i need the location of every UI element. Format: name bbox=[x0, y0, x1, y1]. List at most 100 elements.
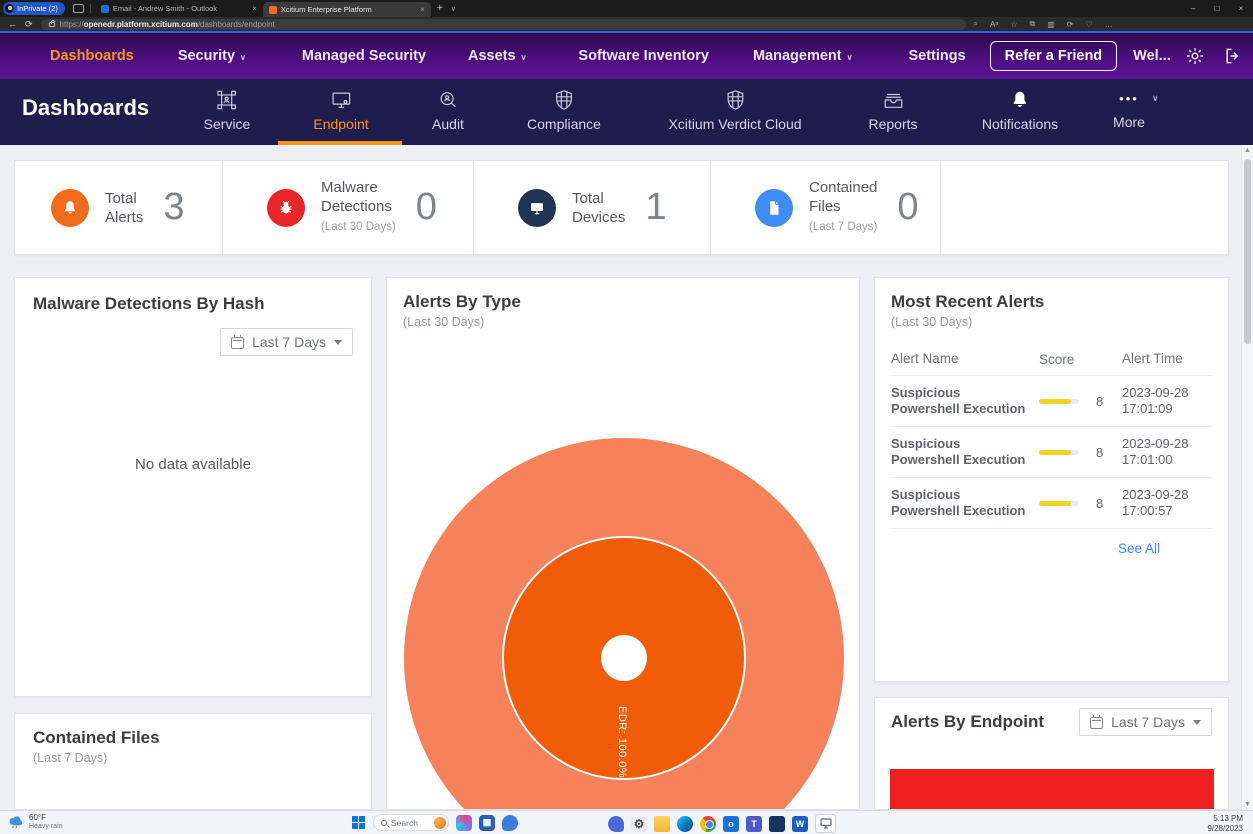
outlook-icon[interactable]: o bbox=[723, 815, 739, 832]
sync-icon[interactable]: ⟳ bbox=[1067, 20, 1074, 29]
widgets-icon[interactable]: ▦ bbox=[479, 814, 495, 831]
scroll-down-arrow[interactable]: ▼ bbox=[1242, 799, 1253, 810]
tab-separator bbox=[89, 4, 91, 13]
browser-menu-icon[interactable]: … bbox=[1105, 20, 1113, 29]
split-screen-icon[interactable]: ▥ bbox=[1047, 20, 1055, 29]
minimize-button[interactable]: – bbox=[1181, 4, 1205, 13]
tab-label: Service bbox=[203, 116, 251, 132]
edge-icon[interactable] bbox=[677, 815, 693, 832]
browser-essentials-icon[interactable]: ♡ bbox=[1086, 20, 1093, 29]
new-tab-button[interactable]: + bbox=[437, 3, 443, 14]
user-menu[interactable]: Wel... bbox=[1133, 48, 1171, 64]
tab-title: Xcitium Enterprise Platform bbox=[280, 5, 372, 14]
weather-widget[interactable]: 60°F Heavy rain bbox=[8, 813, 62, 831]
collections-icon[interactable]: ⧉ bbox=[1030, 19, 1036, 29]
tab-list-menu-icon[interactable]: ∨ bbox=[451, 5, 456, 13]
nav-dashboards[interactable]: Dashboards bbox=[50, 48, 134, 64]
tab-endpoint[interactable]: Endpoint bbox=[313, 88, 369, 132]
stat-total-devices: Total Devices 1 bbox=[474, 161, 711, 254]
read-aloud-icon[interactable]: Aᵃ bbox=[990, 20, 998, 29]
table-row[interactable]: Suspicious Powershell Execution 8 2023-0… bbox=[891, 427, 1212, 478]
refer-a-friend-button[interactable]: Refer a Friend bbox=[989, 41, 1118, 71]
nav-security[interactable]: Security ∨ bbox=[178, 48, 246, 64]
rain-cloud-icon bbox=[9, 816, 23, 829]
refresh-icon[interactable]: ⟳ bbox=[25, 19, 33, 29]
gear-icon[interactable] bbox=[1185, 46, 1205, 66]
scrollbar-thumb[interactable] bbox=[1244, 159, 1251, 344]
teams-chat-icon[interactable] bbox=[608, 815, 624, 832]
nav-management[interactable]: Management ∨ bbox=[753, 48, 853, 64]
chevron-down-icon bbox=[1193, 719, 1201, 725]
taskbar-search[interactable]: Search bbox=[373, 814, 449, 831]
address-bar-icons: ⌕ Aᵃ ☆ ⧉ ▥ ⟳ ♡ … bbox=[974, 19, 1113, 29]
table-row[interactable]: Suspicious Powershell Execution 8 2023-0… bbox=[891, 376, 1212, 427]
inprivate-badge[interactable]: InPrivate (2) bbox=[3, 2, 65, 15]
close-button[interactable]: × bbox=[1229, 4, 1253, 13]
nav-assets[interactable]: Assets ∨ bbox=[468, 48, 526, 64]
tab-actions-icon[interactable] bbox=[72, 4, 84, 13]
tab-close-icon[interactable]: × bbox=[420, 5, 425, 14]
tab-more[interactable]: ••• More bbox=[1113, 88, 1145, 130]
logout-icon[interactable] bbox=[1223, 46, 1243, 66]
alert-bell-icon bbox=[51, 188, 89, 227]
chevron-down-icon: ∨ bbox=[240, 52, 246, 62]
nav-software-inventory[interactable]: Software Inventory bbox=[578, 48, 709, 64]
search-icon bbox=[381, 819, 387, 826]
tab-label: More bbox=[1113, 114, 1145, 130]
active-window-icon[interactable] bbox=[815, 814, 836, 833]
tab-notifications[interactable]: Notifications bbox=[982, 88, 1058, 132]
most-recent-alerts-card: Most Recent Alerts (Last 30 Days) Alert … bbox=[874, 277, 1229, 682]
nav-settings[interactable]: Settings bbox=[908, 48, 965, 64]
card-title: Contained Files bbox=[33, 728, 160, 747]
stat-contained-files: Contained Files (Last 7 Days) 0 bbox=[711, 161, 941, 254]
tab-xcitium-verdict-cloud[interactable]: Xcitium Verdict Cloud bbox=[668, 88, 802, 132]
back-icon[interactable]: ← bbox=[8, 19, 17, 29]
taskbar-clock[interactable]: 5:13 PM 9/28/2023 bbox=[1207, 814, 1243, 833]
start-button[interactable] bbox=[352, 815, 366, 830]
alerts-table: Alert Name Score Alert Time Suspicious P… bbox=[891, 345, 1212, 529]
page-scrollbar[interactable]: ▲ ▼ bbox=[1241, 145, 1253, 810]
chat-icon[interactable] bbox=[502, 814, 518, 831]
scroll-up-arrow[interactable]: ▲ bbox=[1242, 145, 1253, 156]
tab-label: Xcitium Verdict Cloud bbox=[668, 116, 802, 132]
url-input[interactable]: https://openedr.platform.xcitium.com/das… bbox=[40, 18, 966, 30]
search-highlight-icon bbox=[434, 816, 446, 829]
favorite-star-icon[interactable]: ☆ bbox=[1010, 20, 1017, 29]
verdict-cloud-shield-icon bbox=[723, 88, 747, 112]
window-controls: – □ × bbox=[1181, 4, 1253, 13]
page-title: Dashboards bbox=[22, 95, 150, 120]
date-range-dropdown[interactable]: Last 7 Days bbox=[1079, 708, 1212, 736]
zoom-icon[interactable]: ⌕ bbox=[974, 19, 978, 29]
maximize-button[interactable]: □ bbox=[1205, 4, 1229, 13]
endpoint-bar[interactable] bbox=[890, 769, 1214, 809]
outlook-favicon bbox=[100, 4, 109, 13]
windows-taskbar: 60°F Heavy rain Search ▦ ⚙ o T W 5:13 PM… bbox=[0, 810, 1253, 834]
tab-reports[interactable]: Reports bbox=[868, 88, 918, 132]
malware-detections-value: 0 bbox=[415, 186, 437, 228]
score-bar bbox=[1039, 500, 1079, 506]
nav-managed-security[interactable]: Managed Security bbox=[302, 48, 426, 64]
table-row[interactable]: Suspicious Powershell Execution 8 2023-0… bbox=[891, 478, 1212, 529]
chrome-icon[interactable] bbox=[700, 815, 716, 832]
browser-tab-strip: InPrivate (2) Email - Andrew Smith - Out… bbox=[0, 0, 1253, 17]
browser-tab-outlook[interactable]: Email - Andrew Smith - Outlook × bbox=[95, 1, 263, 16]
tab-label: Notifications bbox=[981, 116, 1059, 132]
file-explorer-icon[interactable] bbox=[654, 815, 670, 832]
settings-gear-icon[interactable]: ⚙ bbox=[631, 815, 647, 832]
screen: InPrivate (2) Email - Andrew Smith - Out… bbox=[0, 0, 1253, 834]
clock-time: 5:13 PM bbox=[1213, 814, 1243, 823]
copilot-icon[interactable] bbox=[456, 814, 472, 831]
sunburst-slice-label: EDR: 100.0% bbox=[616, 706, 628, 779]
tab-close-icon[interactable]: × bbox=[252, 4, 257, 13]
store-icon[interactable] bbox=[769, 815, 785, 832]
bell-icon bbox=[1008, 88, 1032, 112]
tab-service[interactable]: Service bbox=[203, 88, 251, 132]
browser-tab-xcitium[interactable]: Xcitium Enterprise Platform × bbox=[262, 2, 431, 17]
date-range-dropdown[interactable]: Last 7 Days bbox=[220, 328, 353, 356]
word-icon[interactable]: W bbox=[792, 815, 808, 832]
tab-compliance[interactable]: Compliance bbox=[527, 88, 601, 132]
tab-audit[interactable]: Audit bbox=[432, 88, 464, 132]
more-chevron-icon[interactable]: ∨ bbox=[1152, 93, 1159, 104]
see-all-link[interactable]: See All bbox=[891, 541, 1212, 556]
teams-icon[interactable]: T bbox=[746, 815, 762, 832]
